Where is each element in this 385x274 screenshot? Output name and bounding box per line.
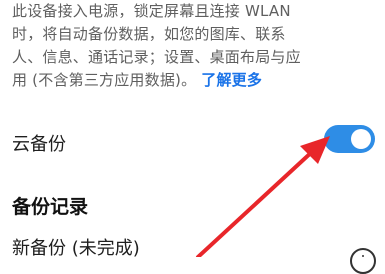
learn-more-link[interactable]: 了解更多 <box>201 71 262 89</box>
description-line-4-text: 用 (不含第三方应用数据)。 <box>12 71 197 89</box>
toggle-knob <box>351 129 371 149</box>
backup-description: 此设备接入电源，锁定屏幕且连接 WLAN 时，将自动备份数据，如您的图库、联系 … <box>12 0 378 92</box>
cloud-backup-label: 云备份 <box>12 134 66 155</box>
info-icon[interactable] <box>350 248 376 274</box>
description-line-3: 人、信息、通话记录；设置、桌面布局与应 <box>12 48 301 66</box>
cloud-backup-toggle[interactable] <box>324 125 375 153</box>
backup-record-row[interactable]: 新备份 (未完成) <box>0 226 385 274</box>
description-line-2: 时，将自动备份数据，如您的图库、联系 <box>12 25 286 43</box>
description-line-4: 用 (不含第三方应用数据)。 了解更多 <box>12 69 378 92</box>
backup-record-label: 新备份 (未完成) <box>12 238 140 259</box>
backup-records-title: 备份记录 <box>12 196 89 218</box>
description-line-1: 此设备接入电源，锁定屏幕且连接 WLAN <box>12 2 291 20</box>
